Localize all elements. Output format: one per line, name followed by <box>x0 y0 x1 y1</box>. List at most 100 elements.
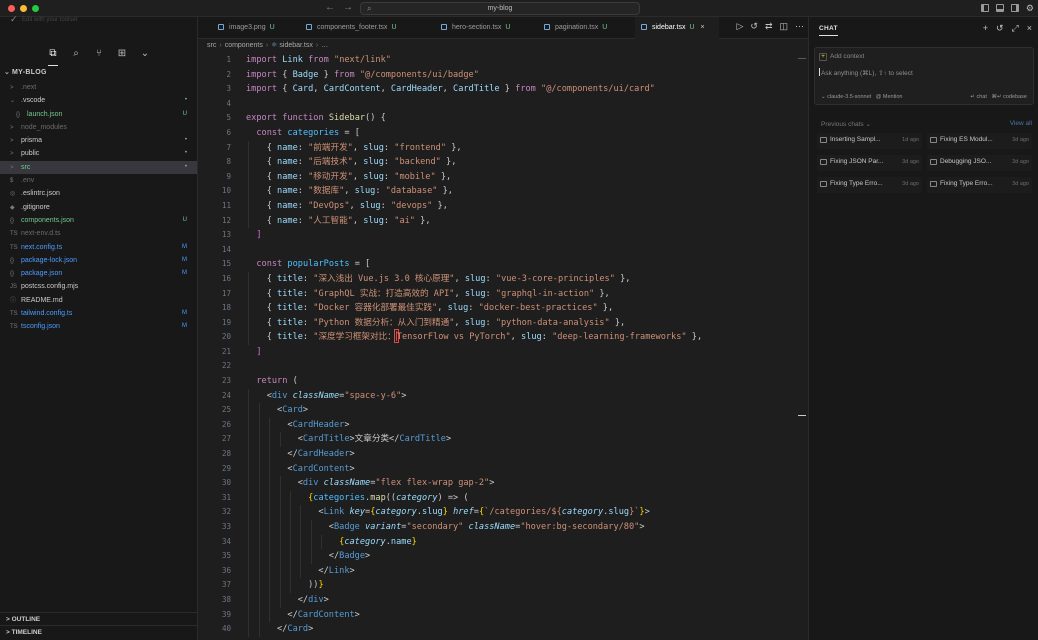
code-line[interactable]: 1 import Link from "next/link" <box>198 53 798 68</box>
code-line[interactable]: 28 </CardHeader> <box>198 447 798 462</box>
code-editor[interactable]: 1 import Link from "next/link" 2 import { B… <box>198 53 798 637</box>
file-tree-item[interactable]: JS postcss.config.mjs <box>0 280 197 293</box>
code-line[interactable]: 2 import { Badge } from "@/components/ui/… <box>198 68 798 83</box>
code-line[interactable]: 21 ] <box>198 345 798 360</box>
minimize-window-button[interactable] <box>20 5 27 12</box>
split-editor-icon[interactable]: ◫ <box>779 21 788 32</box>
chat-input[interactable]: Ask anything (⌘L), ⇧↑ to select <box>819 68 913 77</box>
code-line[interactable]: 40 </Card> <box>198 622 798 637</box>
code-line[interactable]: 31 {categories.map((category) => ( <box>198 490 798 506</box>
breadcrumb-item[interactable]: src <box>207 42 216 49</box>
command-center-search[interactable]: ⌕ my-blog <box>360 2 640 15</box>
previous-chat-item[interactable]: Inserting Sampl... 1d ago <box>817 133 922 149</box>
file-tree-item[interactable]: ⌄ .vscode • <box>0 94 197 107</box>
code-line[interactable]: 5 export function Sidebar() { <box>198 111 798 126</box>
chat-submit-button[interactable]: ↵ chat <box>970 94 987 100</box>
file-tree-item[interactable]: TS tailwind.config.ts M <box>0 307 197 320</box>
previous-chat-item[interactable]: Fixing Type Erro... 3d ago <box>927 177 1032 193</box>
code-line[interactable]: 13 ] <box>198 228 798 243</box>
code-line[interactable]: 6 const categories = [ <box>198 126 798 141</box>
file-tree-item[interactable]: ⓘ README.md <box>0 294 197 307</box>
code-line[interactable]: 8 { name: "后端技术", slug: "backend" }, <box>198 155 798 170</box>
file-tree-item[interactable]: ◎ .eslintrc.json <box>0 187 197 200</box>
add-context-button[interactable]: + Add context <box>819 53 864 61</box>
previous-chat-item[interactable]: Fixing Type Erro... 3d ago <box>817 177 922 193</box>
more-icon[interactable]: ⋯ <box>795 21 804 32</box>
tab-image3[interactable]: image3.png U <box>218 17 310 39</box>
code-line[interactable]: 37 ))} <box>198 578 798 593</box>
code-line[interactable]: 36 </Link> <box>198 563 798 579</box>
code-line[interactable]: 19 { title: "Python 数据分析：从入门到精通", slug: … <box>198 315 798 331</box>
code-line[interactable]: 38 </div> <box>198 592 798 608</box>
code-line[interactable]: 34 {category.name} <box>198 534 798 550</box>
code-line[interactable]: 24 <div className="space-y-6"> <box>198 388 798 404</box>
code-line[interactable]: 33 <Badge variant="secondary" className=… <box>198 520 798 535</box>
gear-icon[interactable]: ⚙ <box>1026 2 1034 14</box>
file-tree-item[interactable]: {} package.json M <box>0 267 197 280</box>
file-tree-item[interactable]: > prisma • <box>0 134 197 147</box>
code-line[interactable]: 23 return ( <box>198 374 798 389</box>
code-line[interactable]: 9 { name: "移动开发", slug: "mobile" }, <box>198 169 798 185</box>
file-tree-item[interactable]: > src • <box>0 160 197 175</box>
code-line[interactable]: 25 <Card> <box>198 403 798 418</box>
chat-input-box[interactable]: + Add context Ask anything (⌘L), ⇧↑ to se… <box>814 47 1034 105</box>
file-tree-item[interactable]: TS tsconfig.json M <box>0 320 197 333</box>
run-icon[interactable]: ▷ <box>736 21 743 32</box>
code-line[interactable]: 17 { title: "GraphQL 实战：打造高效的 API", slug… <box>198 286 798 302</box>
code-line[interactable]: 3 import { Card, CardContent, CardHeader,… <box>198 82 798 97</box>
tab-components-footer[interactable]: components_footer.tsx U <box>306 17 436 39</box>
model-selector[interactable]: claude-3.5-sonnet <box>827 94 871 100</box>
file-tree-item[interactable]: TS next-env.d.ts <box>0 227 197 240</box>
history-icon[interactable]: ↺ <box>750 21 758 32</box>
file-tree-item[interactable]: ◆ .gitignore <box>0 201 197 214</box>
file-tree-item[interactable]: {} components.json U <box>0 214 197 227</box>
code-line[interactable]: 11 { name: "DevOps", slug: "devops" }, <box>198 198 798 214</box>
files-icon[interactable]: ⧉ <box>48 48 58 66</box>
code-line[interactable]: 22 <box>198 359 798 374</box>
outline-section[interactable]: > OUTLINE <box>0 612 197 625</box>
code-line[interactable]: 26 <CardHeader> <box>198 417 798 433</box>
code-line[interactable]: 32 <Link key={category.slug} href={`/cat… <box>198 505 798 520</box>
maximize-window-button[interactable] <box>32 5 39 12</box>
file-tree-item[interactable]: TS next.config.ts M <box>0 241 197 254</box>
code-line[interactable]: 4 <box>198 97 798 112</box>
code-line[interactable]: 15 const popularPosts = [ <box>198 257 798 272</box>
code-line[interactable]: 30 <div className="flex flex-wrap gap-2"… <box>198 476 798 491</box>
file-tree-item[interactable]: {} package-lock.json M <box>0 254 197 267</box>
chat-header[interactable]: CHAT <box>819 25 838 36</box>
close-window-button[interactable] <box>8 5 15 12</box>
code-line[interactable]: 27 <CardTitle>文章分类</CardTitle> <box>198 432 798 448</box>
tab-hero-section[interactable]: hero-section.tsx U <box>441 17 541 39</box>
code-line[interactable]: 7 { name: "前端开发", slug: "frontend" }, <box>198 140 798 156</box>
back-arrow-icon[interactable]: ← <box>325 2 335 13</box>
file-tree-item[interactable]: > node_modules <box>0 121 197 134</box>
close-icon[interactable]: × <box>1027 23 1032 34</box>
history-icon[interactable]: ↺ <box>996 23 1004 34</box>
code-line[interactable]: 20 { title: "深度学习框架对比：TensorFlow vs PyTo… <box>198 329 798 345</box>
breadcrumb-item[interactable]: components <box>225 42 263 49</box>
code-line[interactable]: 18 { title: "Docker 容器化部署最佳实践", slug: "d… <box>198 301 798 316</box>
toggle-panel-icon[interactable] <box>995 4 1004 12</box>
code-line[interactable]: 39 </CardContent> <box>198 607 798 623</box>
file-tree-item[interactable]: {} launch.json U <box>0 108 197 121</box>
tab-pagination[interactable]: pagination.tsx U <box>544 17 634 39</box>
toggle-secondary-sidebar-icon[interactable] <box>1010 4 1019 12</box>
code-line[interactable]: 10 { name: "数据库", slug: "database" }, <box>198 184 798 199</box>
extensions-icon[interactable]: ⊞ <box>117 48 127 66</box>
view-all-link[interactable]: View all <box>1010 120 1032 127</box>
close-icon[interactable]: × <box>701 24 705 31</box>
chevron-down-icon[interactable]: ⌄ <box>140 48 150 66</box>
expand-icon[interactable]: ⤢ <box>1012 23 1019 34</box>
previous-chat-item[interactable]: Fixing JSON Par... 3d ago <box>817 155 922 171</box>
breadcrumb-item[interactable]: … <box>321 42 328 49</box>
source-control-icon[interactable]: ⑂ <box>94 48 104 66</box>
diff-icon[interactable]: ⇄ <box>765 21 773 32</box>
file-tree-item[interactable]: > public • <box>0 147 197 160</box>
code-line[interactable]: 35 </Badge> <box>198 549 798 564</box>
forward-arrow-icon[interactable]: → <box>343 2 353 13</box>
previous-chat-item[interactable]: Debugging JSO... 3d ago <box>927 155 1032 171</box>
project-header[interactable]: ⌄ MY-BLOG <box>4 68 47 76</box>
search-icon[interactable]: ⌕ <box>71 48 81 66</box>
toggle-primary-sidebar-icon[interactable] <box>980 4 989 12</box>
code-line[interactable]: 16 { title: "深入浅出 Vue.js 3.0 核心原理", slug… <box>198 271 798 287</box>
